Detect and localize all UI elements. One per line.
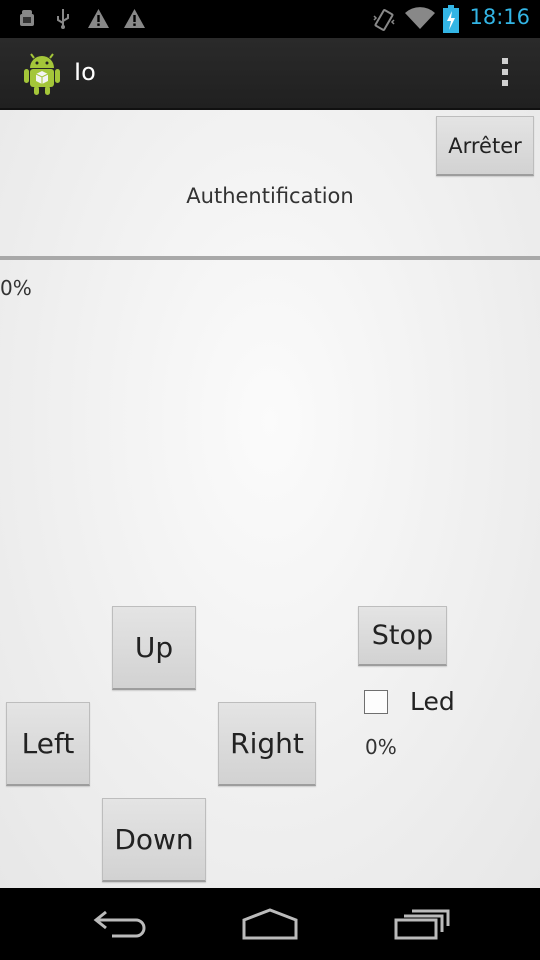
clock: 18:16 bbox=[469, 5, 530, 29]
wifi-icon bbox=[405, 7, 435, 29]
battery-charging-icon bbox=[443, 5, 459, 33]
status-bar: 18:16 bbox=[0, 0, 540, 38]
right-button[interactable]: Right bbox=[218, 702, 316, 786]
navigation-bar bbox=[0, 888, 540, 960]
led-checkbox[interactable] bbox=[364, 690, 388, 714]
main-content: Arrêter Authentification 0% Up Left Righ… bbox=[0, 110, 540, 888]
vibrate-icon bbox=[373, 9, 395, 31]
action-bar: Io bbox=[0, 38, 540, 110]
progress-text-bottom: 0% bbox=[365, 735, 397, 759]
divider bbox=[0, 256, 540, 260]
android-debug-icon bbox=[20, 10, 34, 26]
usb-icon bbox=[57, 9, 69, 29]
up-button[interactable]: Up bbox=[112, 606, 196, 690]
authentication-label: Authentification bbox=[186, 184, 354, 208]
app-title: Io bbox=[74, 58, 96, 86]
led-label: Led bbox=[410, 687, 455, 716]
progress-text-top: 0% bbox=[0, 276, 32, 300]
warning-icon bbox=[124, 9, 145, 28]
back-icon[interactable] bbox=[92, 906, 148, 942]
down-button[interactable]: Down bbox=[102, 798, 206, 882]
home-icon[interactable] bbox=[240, 906, 300, 942]
arreter-button[interactable]: Arrêter bbox=[436, 116, 534, 176]
left-button[interactable]: Left bbox=[6, 702, 90, 786]
android-icon[interactable] bbox=[22, 52, 62, 96]
recent-apps-icon[interactable] bbox=[392, 906, 452, 942]
overflow-menu-icon[interactable] bbox=[500, 58, 510, 92]
stop-button[interactable]: Stop bbox=[358, 606, 447, 666]
warning-icon bbox=[88, 9, 109, 28]
